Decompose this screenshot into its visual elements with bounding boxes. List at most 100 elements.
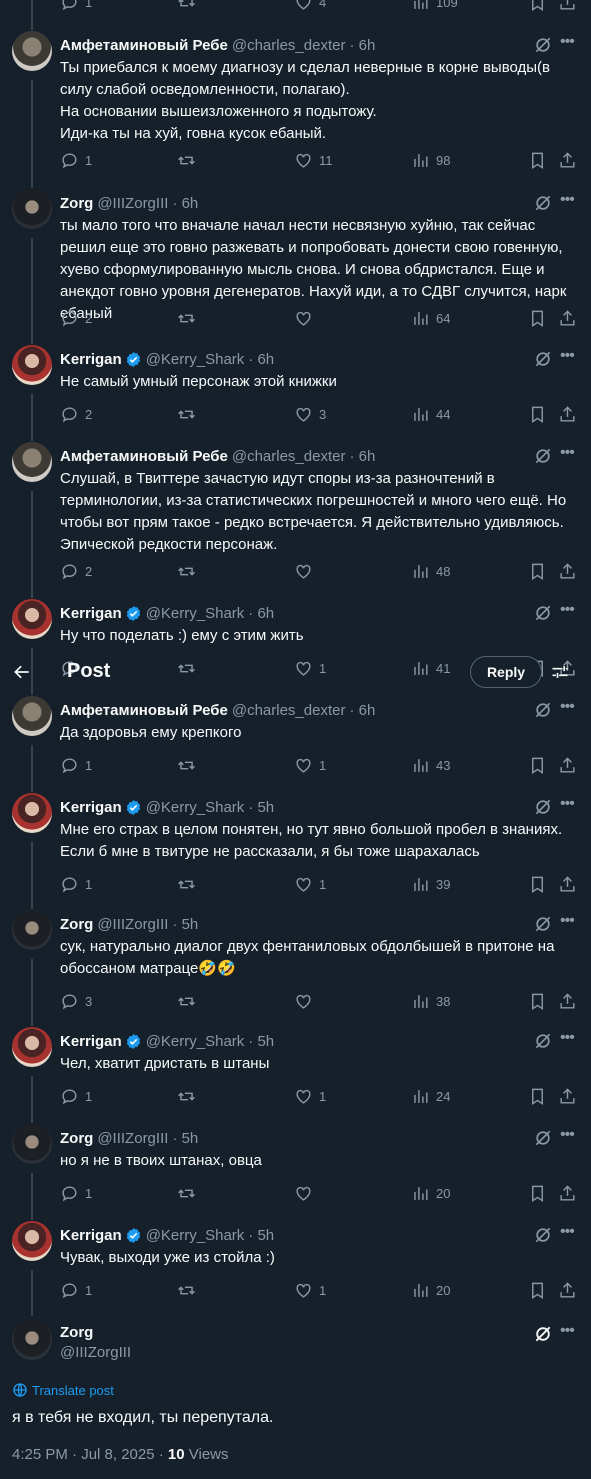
avatar[interactable] xyxy=(12,793,52,833)
avatar[interactable] xyxy=(12,345,52,385)
more-icon[interactable]: ••• xyxy=(560,445,576,466)
bookmark-button[interactable] xyxy=(528,561,547,581)
share-button[interactable] xyxy=(558,1280,577,1300)
reply-button-header[interactable]: Reply xyxy=(470,656,542,688)
grok-icon[interactable] xyxy=(533,603,553,623)
author-handle[interactable]: @charles_dexter xyxy=(232,702,346,719)
repost-button[interactable] xyxy=(177,308,202,328)
grok-icon[interactable] xyxy=(533,1128,553,1148)
grok-icon[interactable] xyxy=(533,1225,553,1245)
views-button[interactable]: 24 xyxy=(411,1086,450,1106)
author-name[interactable]: Амфетаминовый Ребе xyxy=(60,702,228,719)
author-name[interactable]: Kerrigan xyxy=(60,351,122,368)
author-handle[interactable]: @charles_dexter xyxy=(232,37,346,54)
views-button[interactable]: 43 xyxy=(411,755,450,775)
repost-button[interactable] xyxy=(177,1280,202,1300)
author-handle[interactable]: @IIIZorgIII xyxy=(60,1344,131,1361)
reply-button[interactable]: 1 xyxy=(60,1183,92,1203)
grok-icon[interactable] xyxy=(533,349,553,369)
author-handle[interactable]: @Kerry_Shark xyxy=(146,351,245,368)
author-handle[interactable]: @Kerry_Shark xyxy=(146,605,245,622)
more-icon[interactable]: ••• xyxy=(560,796,576,817)
timestamp[interactable]: · 5h xyxy=(248,799,274,816)
repost-button[interactable] xyxy=(177,404,202,424)
more-icon[interactable]: ••• xyxy=(560,348,576,369)
arrow-left-icon[interactable] xyxy=(12,662,32,682)
grok-icon[interactable] xyxy=(533,797,553,817)
author-name[interactable]: Zorg xyxy=(60,916,93,933)
like-button[interactable]: 1 xyxy=(294,1280,326,1300)
share-button[interactable] xyxy=(558,1086,577,1106)
timestamp[interactable]: · 6h xyxy=(248,605,274,622)
author-name[interactable]: Zorg xyxy=(60,1324,93,1341)
sliders-icon[interactable] xyxy=(550,662,570,682)
grok-icon[interactable] xyxy=(533,914,553,934)
more-icon[interactable]: ••• xyxy=(560,1127,576,1148)
like-button[interactable] xyxy=(294,991,319,1011)
repost-button[interactable] xyxy=(177,0,196,12)
reply-button[interactable]: 2 xyxy=(60,561,92,581)
repost-button[interactable] xyxy=(177,1183,202,1203)
bookmark-button[interactable] xyxy=(528,755,547,775)
author-handle[interactable]: @IIIZorgIII xyxy=(97,916,168,933)
timestamp[interactable]: · 6h xyxy=(349,702,375,719)
views-button[interactable]: 20 xyxy=(411,1280,450,1300)
author-name[interactable]: Zorg xyxy=(60,1130,93,1147)
timestamp[interactable]: 4:25 PM · Jul 8, 2025 · xyxy=(12,1446,168,1463)
like-button[interactable] xyxy=(294,561,319,581)
more-icon[interactable]: ••• xyxy=(560,34,576,55)
like-button[interactable] xyxy=(294,308,319,328)
bookmark-button[interactable] xyxy=(528,874,547,894)
views-button[interactable]: 39 xyxy=(411,874,450,894)
author-name[interactable]: Kerrigan xyxy=(60,799,122,816)
reply-button[interactable]: 2 xyxy=(60,404,92,424)
author-handle[interactable]: @charles_dexter xyxy=(232,448,346,465)
more-icon[interactable]: ••• xyxy=(560,913,576,934)
reply-button[interactable]: 1 xyxy=(60,0,92,12)
timestamp[interactable]: · 5h xyxy=(172,1130,198,1147)
more-icon[interactable]: ••• xyxy=(560,1030,576,1051)
avatar[interactable] xyxy=(12,910,52,950)
translate-link[interactable]: Translate post xyxy=(12,1381,114,1399)
more-icon[interactable]: ••• xyxy=(560,602,576,623)
reply-button[interactable]: 1 xyxy=(60,150,92,170)
author-handle[interactable]: @Kerry_Shark xyxy=(146,1033,245,1050)
like-button[interactable]: 1 xyxy=(294,755,326,775)
repost-button[interactable] xyxy=(177,1086,202,1106)
share-button[interactable] xyxy=(558,308,577,328)
avatar[interactable] xyxy=(12,1320,52,1360)
like-button[interactable]: 1 xyxy=(294,874,326,894)
timestamp[interactable]: · 5h xyxy=(172,916,198,933)
author-name[interactable]: Kerrigan xyxy=(60,605,122,622)
timestamp[interactable]: · 6h xyxy=(349,448,375,465)
avatar[interactable] xyxy=(12,31,52,71)
grok-icon[interactable] xyxy=(533,446,553,466)
author-handle[interactable]: @IIIZorgIII xyxy=(97,1130,168,1147)
bookmark-button[interactable] xyxy=(528,1086,547,1106)
bookmark-button[interactable] xyxy=(528,1280,547,1300)
like-button[interactable] xyxy=(294,1183,319,1203)
like-button[interactable]: 1 xyxy=(294,1086,326,1106)
share-button[interactable] xyxy=(558,404,577,424)
avatar[interactable] xyxy=(12,1221,52,1261)
grok-icon[interactable] xyxy=(533,1031,553,1051)
author-handle[interactable]: @IIIZorgIII xyxy=(97,195,168,212)
author-name[interactable]: Амфетаминовый Ребе xyxy=(60,448,228,465)
share-button[interactable] xyxy=(558,150,577,170)
repost-button[interactable] xyxy=(177,991,202,1011)
share-button[interactable] xyxy=(558,1183,577,1203)
avatar[interactable] xyxy=(12,1027,52,1067)
avatar[interactable] xyxy=(12,599,52,639)
author-handle[interactable]: @Kerry_Shark xyxy=(146,1227,245,1244)
avatar[interactable] xyxy=(12,696,52,736)
timestamp[interactable]: · 5h xyxy=(248,1033,274,1050)
reply-button[interactable]: 1 xyxy=(60,1086,92,1106)
timestamp[interactable]: · 6h xyxy=(248,351,274,368)
bookmark-button[interactable] xyxy=(528,404,547,424)
author-handle[interactable]: @Kerry_Shark xyxy=(146,799,245,816)
views-button[interactable]: 38 xyxy=(411,991,450,1011)
bookmark-button[interactable] xyxy=(528,991,547,1011)
author-name[interactable]: Kerrigan xyxy=(60,1227,122,1244)
grok-icon[interactable] xyxy=(533,193,553,213)
reply-button[interactable]: 2 xyxy=(60,308,92,328)
